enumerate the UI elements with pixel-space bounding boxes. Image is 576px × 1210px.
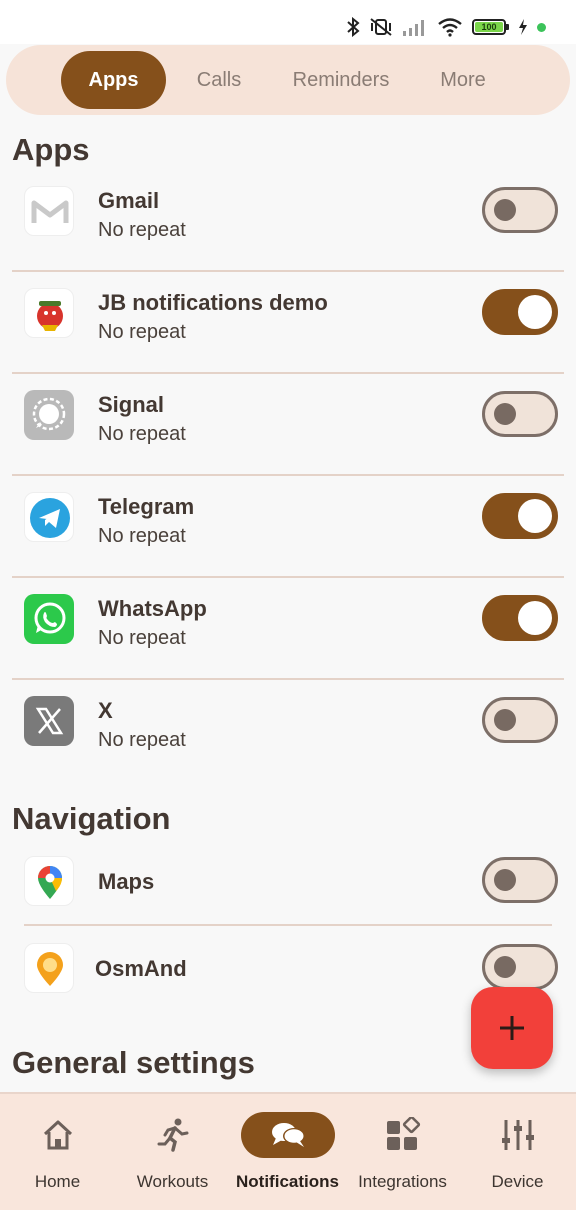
nav-workouts[interactable]: Workouts	[115, 1094, 230, 1210]
telegram-toggle[interactable]	[482, 493, 558, 539]
tab-bar: Apps Calls Reminders More	[6, 45, 570, 115]
app-name: Maps	[98, 869, 155, 894]
nav-home[interactable]: Home	[0, 1094, 115, 1210]
app-row-gmail[interactable]: Gmail No repeat	[12, 170, 564, 272]
app-repeat-setting: No repeat	[98, 729, 186, 751]
app-repeat-setting: No repeat	[98, 219, 186, 241]
maps-icon	[24, 856, 74, 906]
app-repeat-setting: No repeat	[98, 525, 186, 547]
app-row-signal[interactable]: Signal No repeat	[12, 374, 564, 476]
chat-icon	[240, 1112, 335, 1158]
app-name: OsmAnd	[95, 956, 187, 981]
charging-dot	[537, 22, 546, 32]
app-name: Gmail	[98, 188, 160, 213]
battery-icon: 100	[472, 19, 509, 35]
signal-toggle[interactable]	[482, 391, 558, 437]
nav-label: Workouts	[136, 1172, 209, 1191]
status-bar: 100	[0, 0, 576, 44]
app-name: Telegram	[98, 494, 195, 519]
signal-app-icon	[24, 390, 74, 440]
app-row-jb-demo[interactable]: JB notifications demo No repeat	[12, 272, 564, 374]
app-repeat-setting: No repeat	[98, 627, 186, 649]
jb-demo-icon	[24, 288, 74, 338]
app-name: WhatsApp	[98, 596, 207, 621]
gmail-icon	[24, 186, 74, 236]
nav-label: Device	[491, 1172, 544, 1191]
osmand-toggle[interactable]	[482, 944, 558, 990]
app-name: X	[98, 698, 113, 723]
tab-reminders[interactable]: Reminders	[276, 51, 406, 109]
nav-label: Home	[34, 1172, 81, 1191]
nav-notifications[interactable]: Notifications	[230, 1094, 345, 1210]
osmand-icon	[24, 943, 74, 993]
jb-demo-toggle[interactable]	[482, 289, 558, 335]
whatsapp-icon	[24, 594, 74, 644]
wifi-icon	[438, 18, 462, 37]
bottom-nav: Home Workouts Notifications Integrations…	[0, 1092, 576, 1210]
running-icon	[141, 1112, 205, 1158]
home-icon	[26, 1112, 90, 1158]
charging-icon	[519, 19, 527, 35]
maps-toggle[interactable]	[482, 857, 558, 903]
nav-label: Notifications	[236, 1172, 339, 1191]
telegram-icon	[24, 492, 74, 542]
x-icon	[24, 696, 74, 746]
app-name: JB notifications demo	[98, 290, 328, 315]
gmail-toggle[interactable]	[482, 187, 558, 233]
status-icons: 100	[346, 17, 546, 37]
battery-level: 100	[475, 22, 503, 32]
tab-apps[interactable]: Apps	[61, 51, 166, 109]
tab-more[interactable]: More	[416, 51, 510, 109]
app-repeat-setting: No repeat	[98, 321, 186, 343]
nav-integrations[interactable]: Integrations	[345, 1094, 460, 1210]
app-name: Signal	[98, 392, 165, 417]
signal-icon	[403, 20, 424, 36]
bluetooth-icon	[347, 17, 360, 37]
section-title-apps: Apps	[12, 132, 90, 167]
whatsapp-toggle[interactable]	[482, 595, 558, 641]
app-row-maps[interactable]: Maps	[12, 840, 564, 926]
app-row-x[interactable]: X No repeat	[12, 680, 564, 782]
section-title-navigation: Navigation	[12, 801, 171, 836]
divider	[24, 924, 552, 926]
app-row-telegram[interactable]: Telegram No repeat	[12, 476, 564, 578]
vibrate-off-icon	[370, 18, 392, 36]
plus-icon	[500, 1016, 524, 1040]
x-toggle[interactable]	[482, 697, 558, 743]
tab-calls[interactable]: Calls	[176, 51, 262, 109]
nav-label: Integrations	[358, 1172, 447, 1191]
add-button[interactable]	[471, 987, 553, 1069]
nav-device[interactable]: Device	[460, 1094, 575, 1210]
app-repeat-setting: No repeat	[98, 423, 186, 445]
section-title-general-settings: General settings	[12, 1045, 255, 1080]
widgets-icon	[371, 1112, 435, 1158]
app-row-whatsapp[interactable]: WhatsApp No repeat	[12, 578, 564, 680]
sliders-icon	[486, 1112, 550, 1158]
